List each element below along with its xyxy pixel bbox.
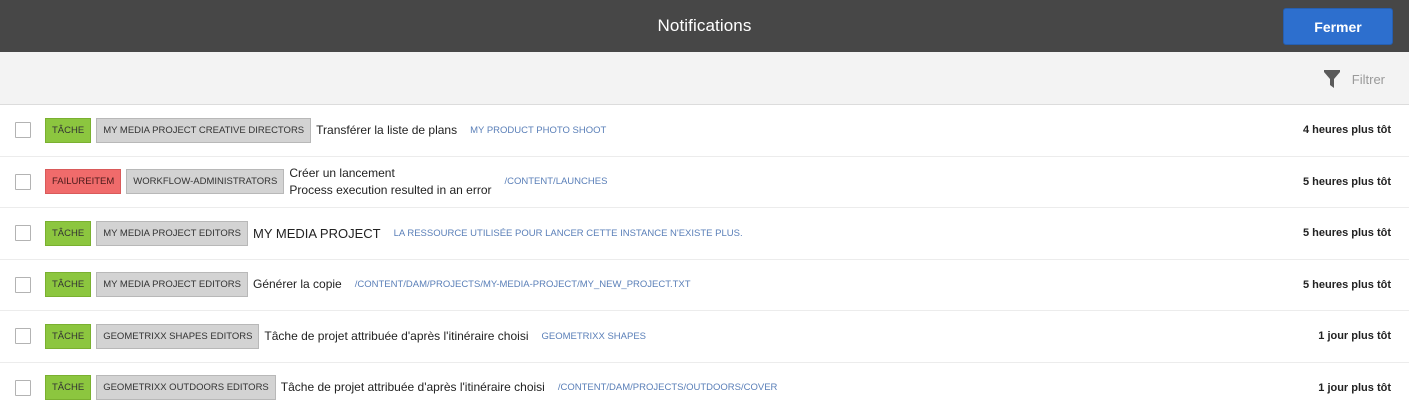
type-badge: TÂCHE (45, 323, 92, 349)
notification-path[interactable]: /CONTENT/DAM/PROJECTS/OUTDOORS/COVER (558, 382, 778, 393)
notification-list: TÂCHE MY MEDIA PROJECT CREATIVE DIRECTOR… (0, 105, 1409, 407)
row-checkbox[interactable] (15, 173, 31, 190)
group-badge: MY MEDIA PROJECT EDITORS (96, 220, 248, 246)
group-badge: MY MEDIA PROJECT EDITORS (96, 272, 248, 298)
notification-time: 1 jour plus tôt (1318, 330, 1391, 343)
notification-row[interactable]: FAILUREITEM WORKFLOW-ADMINISTRATORS Crée… (0, 157, 1409, 208)
type-badge: FAILUREITEM (45, 169, 122, 195)
notification-title: Créer un lancement (289, 165, 395, 180)
notification-row[interactable]: TÂCHE MY MEDIA PROJECT EDITORS MY MEDIA … (0, 208, 1409, 260)
close-button[interactable]: Fermer (1283, 8, 1393, 45)
funnel-icon (1323, 69, 1340, 89)
group-badge: MY MEDIA PROJECT CREATIVE DIRECTORS (96, 117, 312, 143)
notification-path[interactable]: LA RESSOURCE UTILISÉE POUR LANCER CETTE … (394, 228, 743, 239)
type-badge: TÂCHE (45, 117, 92, 143)
notification-path[interactable]: GEOMETRIXX SHAPES (541, 331, 646, 342)
type-badge: TÂCHE (45, 272, 92, 298)
row-checkbox[interactable] (15, 225, 31, 242)
notification-subtitle: Process execution resulted in an error (289, 182, 492, 197)
notification-path[interactable]: /CONTENT/DAM/PROJECTS/MY-MEDIA-PROJECT/M… (355, 279, 691, 290)
row-content: TÂCHE GEOMETRIXX SHAPES EDITORS Tâche de… (45, 311, 646, 362)
filter-button[interactable]: Filtrer (1323, 69, 1385, 89)
notification-row[interactable]: TÂCHE MY MEDIA PROJECT CREATIVE DIRECTOR… (0, 105, 1409, 157)
row-content: TÂCHE MY MEDIA PROJECT EDITORS Générer l… (45, 260, 691, 311)
notification-title[interactable]: Tâche de projet attribuée d'après l'itin… (281, 379, 545, 396)
notification-title[interactable]: MY MEDIA PROJECT (253, 225, 381, 242)
notification-path[interactable]: MY PRODUCT PHOTO SHOOT (470, 125, 606, 136)
notification-row[interactable]: TÂCHE GEOMETRIXX SHAPES EDITORS Tâche de… (0, 311, 1409, 363)
row-content: FAILUREITEM WORKFLOW-ADMINISTRATORS Crée… (45, 157, 607, 208)
notification-time: 1 jour plus tôt (1318, 381, 1391, 394)
row-checkbox[interactable] (15, 328, 31, 345)
notifications-header: Notifications Fermer (0, 0, 1409, 52)
row-content: TÂCHE GEOMETRIXX OUTDOORS EDITORS Tâche … (45, 363, 777, 407)
type-badge: TÂCHE (45, 375, 92, 401)
notification-time: 5 heures plus tôt (1302, 175, 1391, 188)
group-badge: GEOMETRIXX SHAPES EDITORS (96, 323, 260, 349)
row-checkbox[interactable] (15, 379, 31, 396)
row-content: TÂCHE MY MEDIA PROJECT CREATIVE DIRECTOR… (45, 105, 606, 156)
group-badge: WORKFLOW-ADMINISTRATORS (126, 169, 285, 195)
filter-label: Filtrer (1351, 71, 1385, 87)
notification-time: 4 heures plus tôt (1302, 124, 1391, 137)
notification-title[interactable]: Générer la copie (253, 276, 342, 293)
page-title: Notifications (657, 16, 752, 35)
row-content: TÂCHE MY MEDIA PROJECT EDITORS MY MEDIA … (45, 208, 743, 259)
notification-title[interactable]: Transférer la liste de plans (316, 122, 457, 139)
type-badge: TÂCHE (45, 220, 92, 246)
row-checkbox[interactable] (15, 122, 31, 139)
notification-row[interactable]: TÂCHE MY MEDIA PROJECT EDITORS Générer l… (0, 260, 1409, 311)
notification-row[interactable]: TÂCHE GEOMETRIXX OUTDOORS EDITORS Tâche … (0, 363, 1409, 407)
notification-title[interactable]: Tâche de projet attribuée d'après l'itin… (264, 328, 528, 345)
notification-time: 5 heures plus tôt (1302, 227, 1391, 240)
group-badge: GEOMETRIXX OUTDOORS EDITORS (96, 375, 276, 401)
notification-path[interactable]: /CONTENT/LAUNCHES (505, 176, 608, 187)
row-checkbox[interactable] (15, 276, 31, 293)
notification-title-block[interactable]: Créer un lancement Process execution res… (289, 165, 491, 199)
toolbar: Filtrer (0, 52, 1409, 105)
notification-time: 5 heures plus tôt (1302, 278, 1391, 291)
